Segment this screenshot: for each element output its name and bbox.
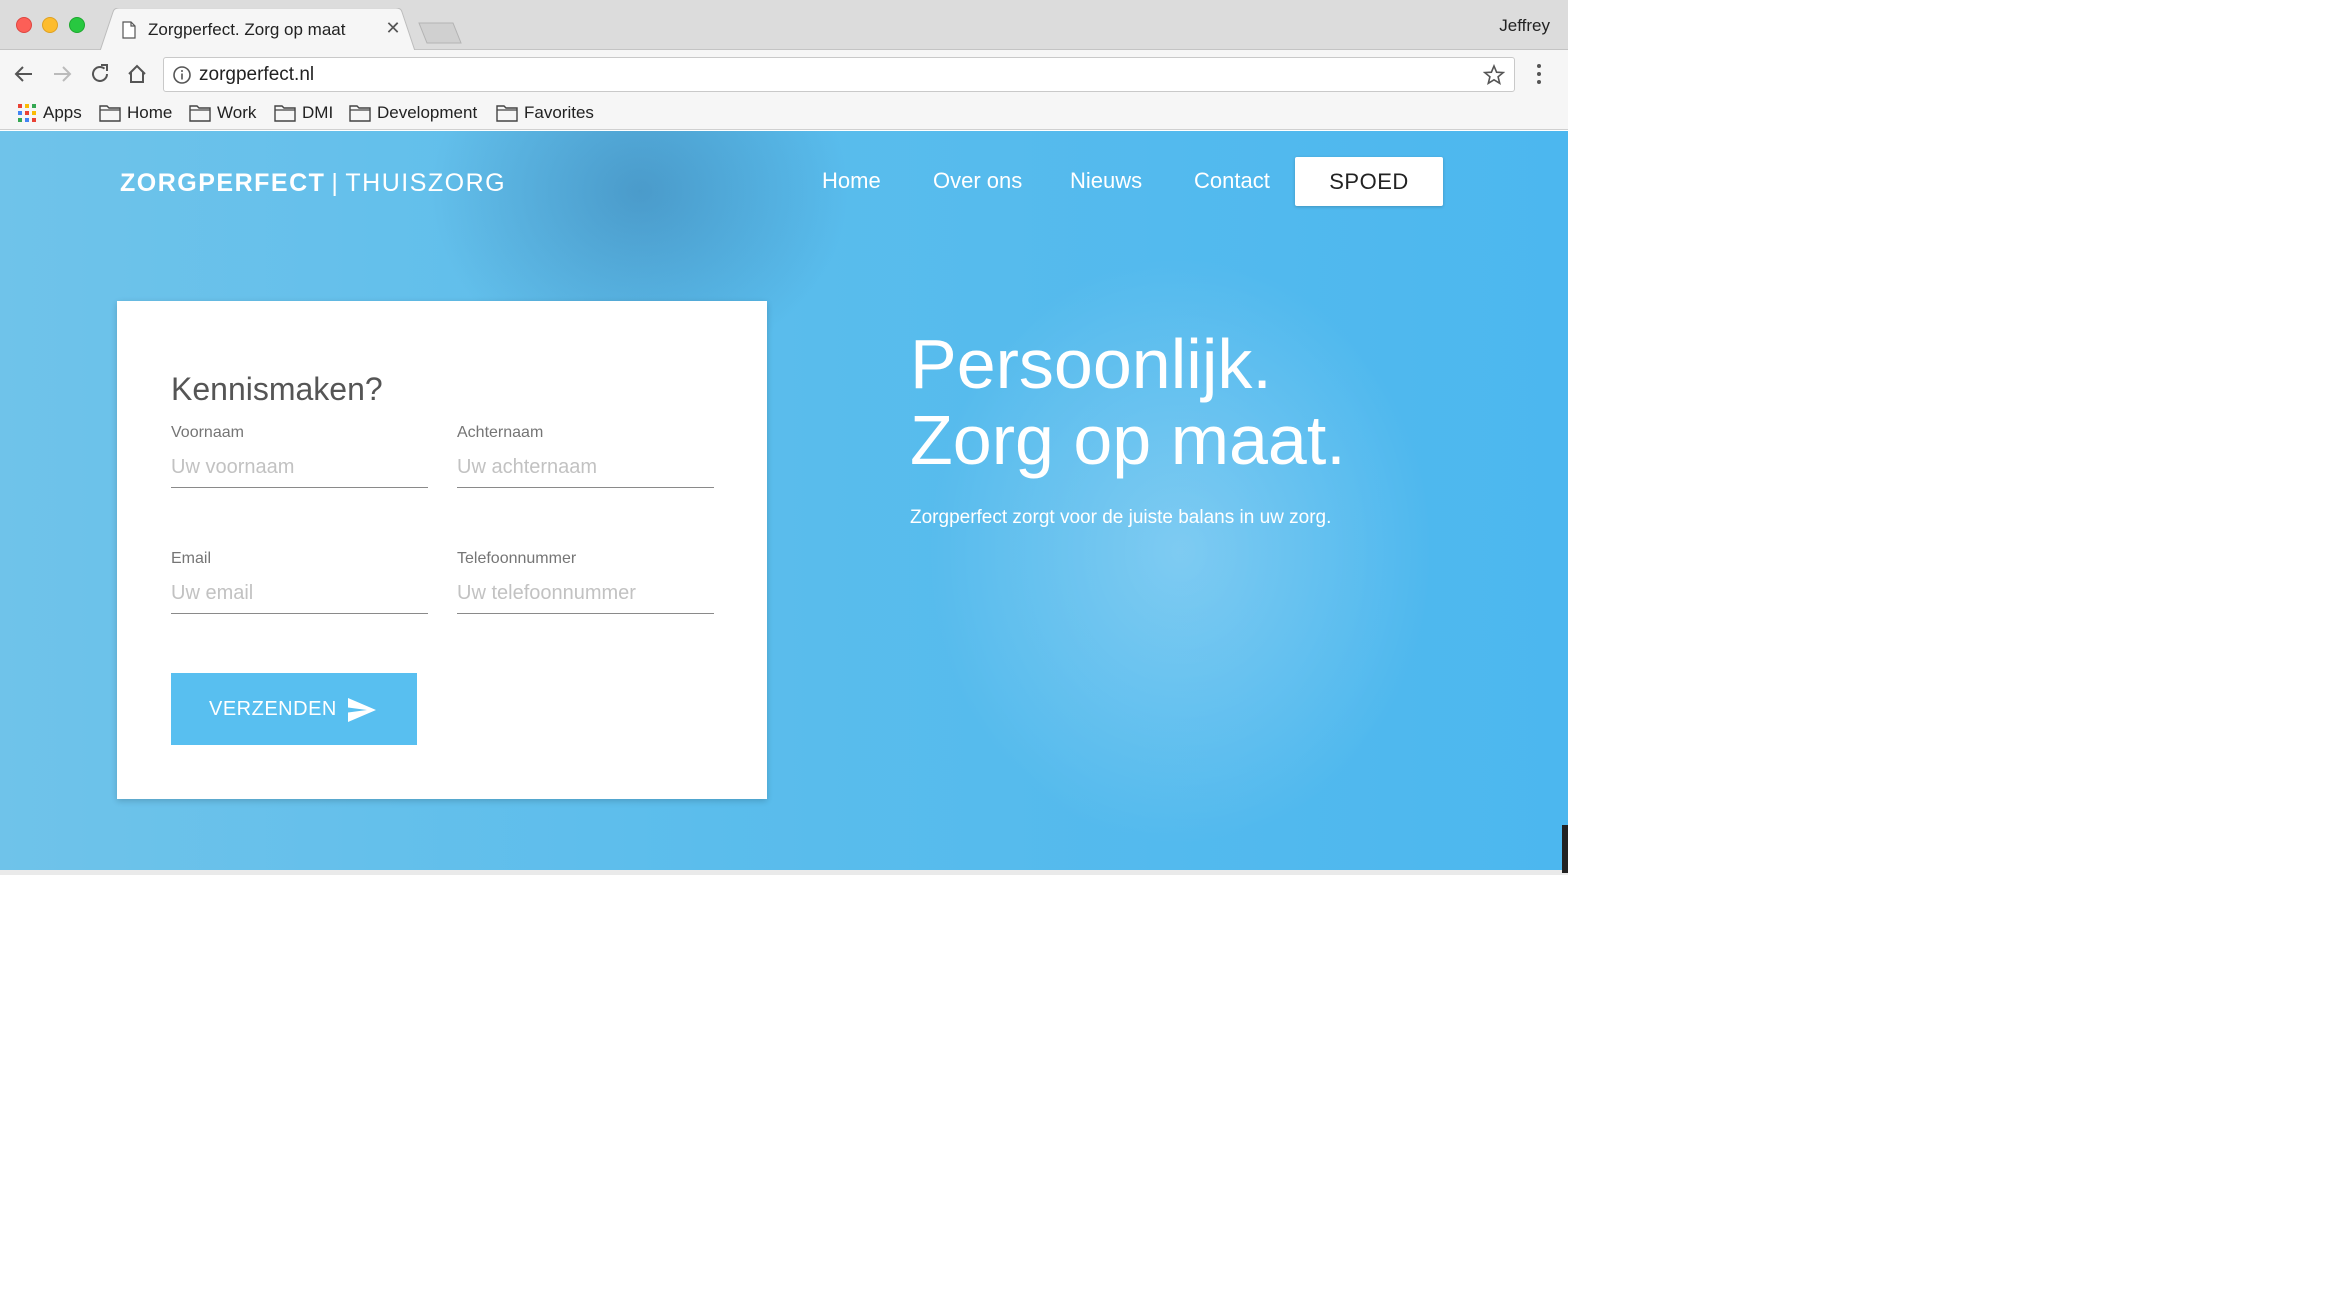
last-name-label: Achternaam: [457, 424, 544, 441]
bookmark-label: Home: [127, 103, 173, 122]
forward-button[interactable]: [48, 60, 76, 88]
bookmark-label: Work: [217, 103, 257, 122]
first-name-input[interactable]: [171, 448, 428, 488]
forward-arrow-icon: [54, 66, 72, 82]
brand-separator: |: [331, 169, 340, 197]
bookmark-label: Development: [377, 103, 478, 122]
folder-icon: [189, 105, 211, 122]
scrollbar-thumb[interactable]: [1562, 825, 1568, 873]
bookmark-label: Apps: [43, 103, 82, 122]
browser-menu-icon[interactable]: [1528, 60, 1550, 88]
nav-over-ons[interactable]: Over ons: [933, 168, 1022, 194]
folder-icon: [99, 105, 121, 122]
folder-icon: [349, 105, 371, 122]
maximize-window-button[interactable]: [69, 17, 85, 33]
contact-form-card: Kennismaken? Voornaam Achternaam Email T…: [117, 301, 767, 799]
phone-label: Telefoonnummer: [457, 550, 577, 567]
new-tab-button[interactable]: [418, 22, 462, 44]
reload-button[interactable]: [86, 60, 114, 88]
form-title: Kennismaken?: [171, 371, 383, 407]
url-text[interactable]: zorgperfect.nl: [199, 64, 314, 86]
info-icon[interactable]: [172, 65, 192, 85]
folder-icon: [274, 105, 296, 122]
close-tab-icon[interactable]: ✕: [383, 18, 403, 38]
address-bar[interactable]: zorgperfect.nl: [163, 57, 1515, 92]
back-button[interactable]: [10, 60, 38, 88]
phone-input[interactable]: [457, 574, 714, 614]
email-label: Email: [171, 550, 212, 567]
nav-nieuws[interactable]: Nieuws: [1070, 168, 1142, 194]
back-arrow-icon: [14, 66, 32, 82]
folder-icon: [496, 105, 518, 122]
last-name-input[interactable]: [457, 448, 714, 488]
minimize-window-button[interactable]: [42, 17, 58, 33]
first-name-label: Voornaam: [171, 424, 244, 441]
bookmark-development[interactable]: Development: [349, 100, 477, 126]
bookmark-home[interactable]: Home: [99, 100, 172, 126]
hero-section: ZORGPERFECT | THUISZORG Home Over ons Nieu…: [0, 131, 1568, 875]
hero-subtitle: Zorgperfect zorgt voor de juiste balans …: [910, 507, 1332, 528]
tab-title: Zorgperfect. Zorg op maat: [148, 20, 346, 39]
email-input[interactable]: [171, 574, 428, 614]
bookmark-work[interactable]: Work: [189, 100, 256, 126]
nav-contact[interactable]: Contact: [1194, 168, 1270, 194]
home-button[interactable]: [123, 60, 151, 88]
profile-name[interactable]: Jeffrey: [1499, 16, 1550, 36]
bookmark-star-icon[interactable]: [1483, 64, 1505, 86]
browser-tab-active[interactable]: Zorgperfect. Zorg op maat ✕: [100, 8, 415, 51]
hero-heading-line-1: Persoonlijk.: [910, 325, 1272, 403]
reload-icon: [92, 64, 108, 82]
home-icon: [128, 64, 146, 83]
brand-name: ZORGPERFECT: [120, 169, 326, 197]
submit-button[interactable]: VERZENDEN: [171, 673, 417, 745]
apps-grid-icon: [18, 104, 36, 122]
submit-label: VERZENDEN: [209, 697, 337, 720]
browser-tab-bar: Zorgperfect. Zorg op maat ✕ Jeffrey: [0, 0, 1568, 51]
bookmark-label: Favorites: [524, 103, 594, 122]
page-divider: [0, 870, 1568, 875]
hero-heading: Persoonlijk. Zorg op maat.: [910, 326, 1346, 478]
bookmark-dmi[interactable]: DMI: [274, 100, 333, 126]
spoed-button[interactable]: SPOED: [1295, 157, 1443, 206]
close-window-button[interactable]: [16, 17, 32, 33]
bookmark-favorites[interactable]: Favorites: [496, 100, 594, 126]
bookmarks-bar: Apps Home Work DMI Development Favorites: [0, 98, 1568, 130]
page-icon: [122, 21, 136, 39]
brand-tagline: THUISZORG: [345, 169, 507, 197]
site-logo[interactable]: ZORGPERFECT | THUISZORG: [120, 169, 506, 198]
hero-heading-line-2: Zorg op maat.: [910, 401, 1346, 479]
send-icon: [348, 698, 376, 722]
bookmark-apps[interactable]: Apps: [17, 100, 82, 126]
nav-home[interactable]: Home: [822, 168, 881, 194]
bookmark-label: DMI: [302, 103, 334, 122]
